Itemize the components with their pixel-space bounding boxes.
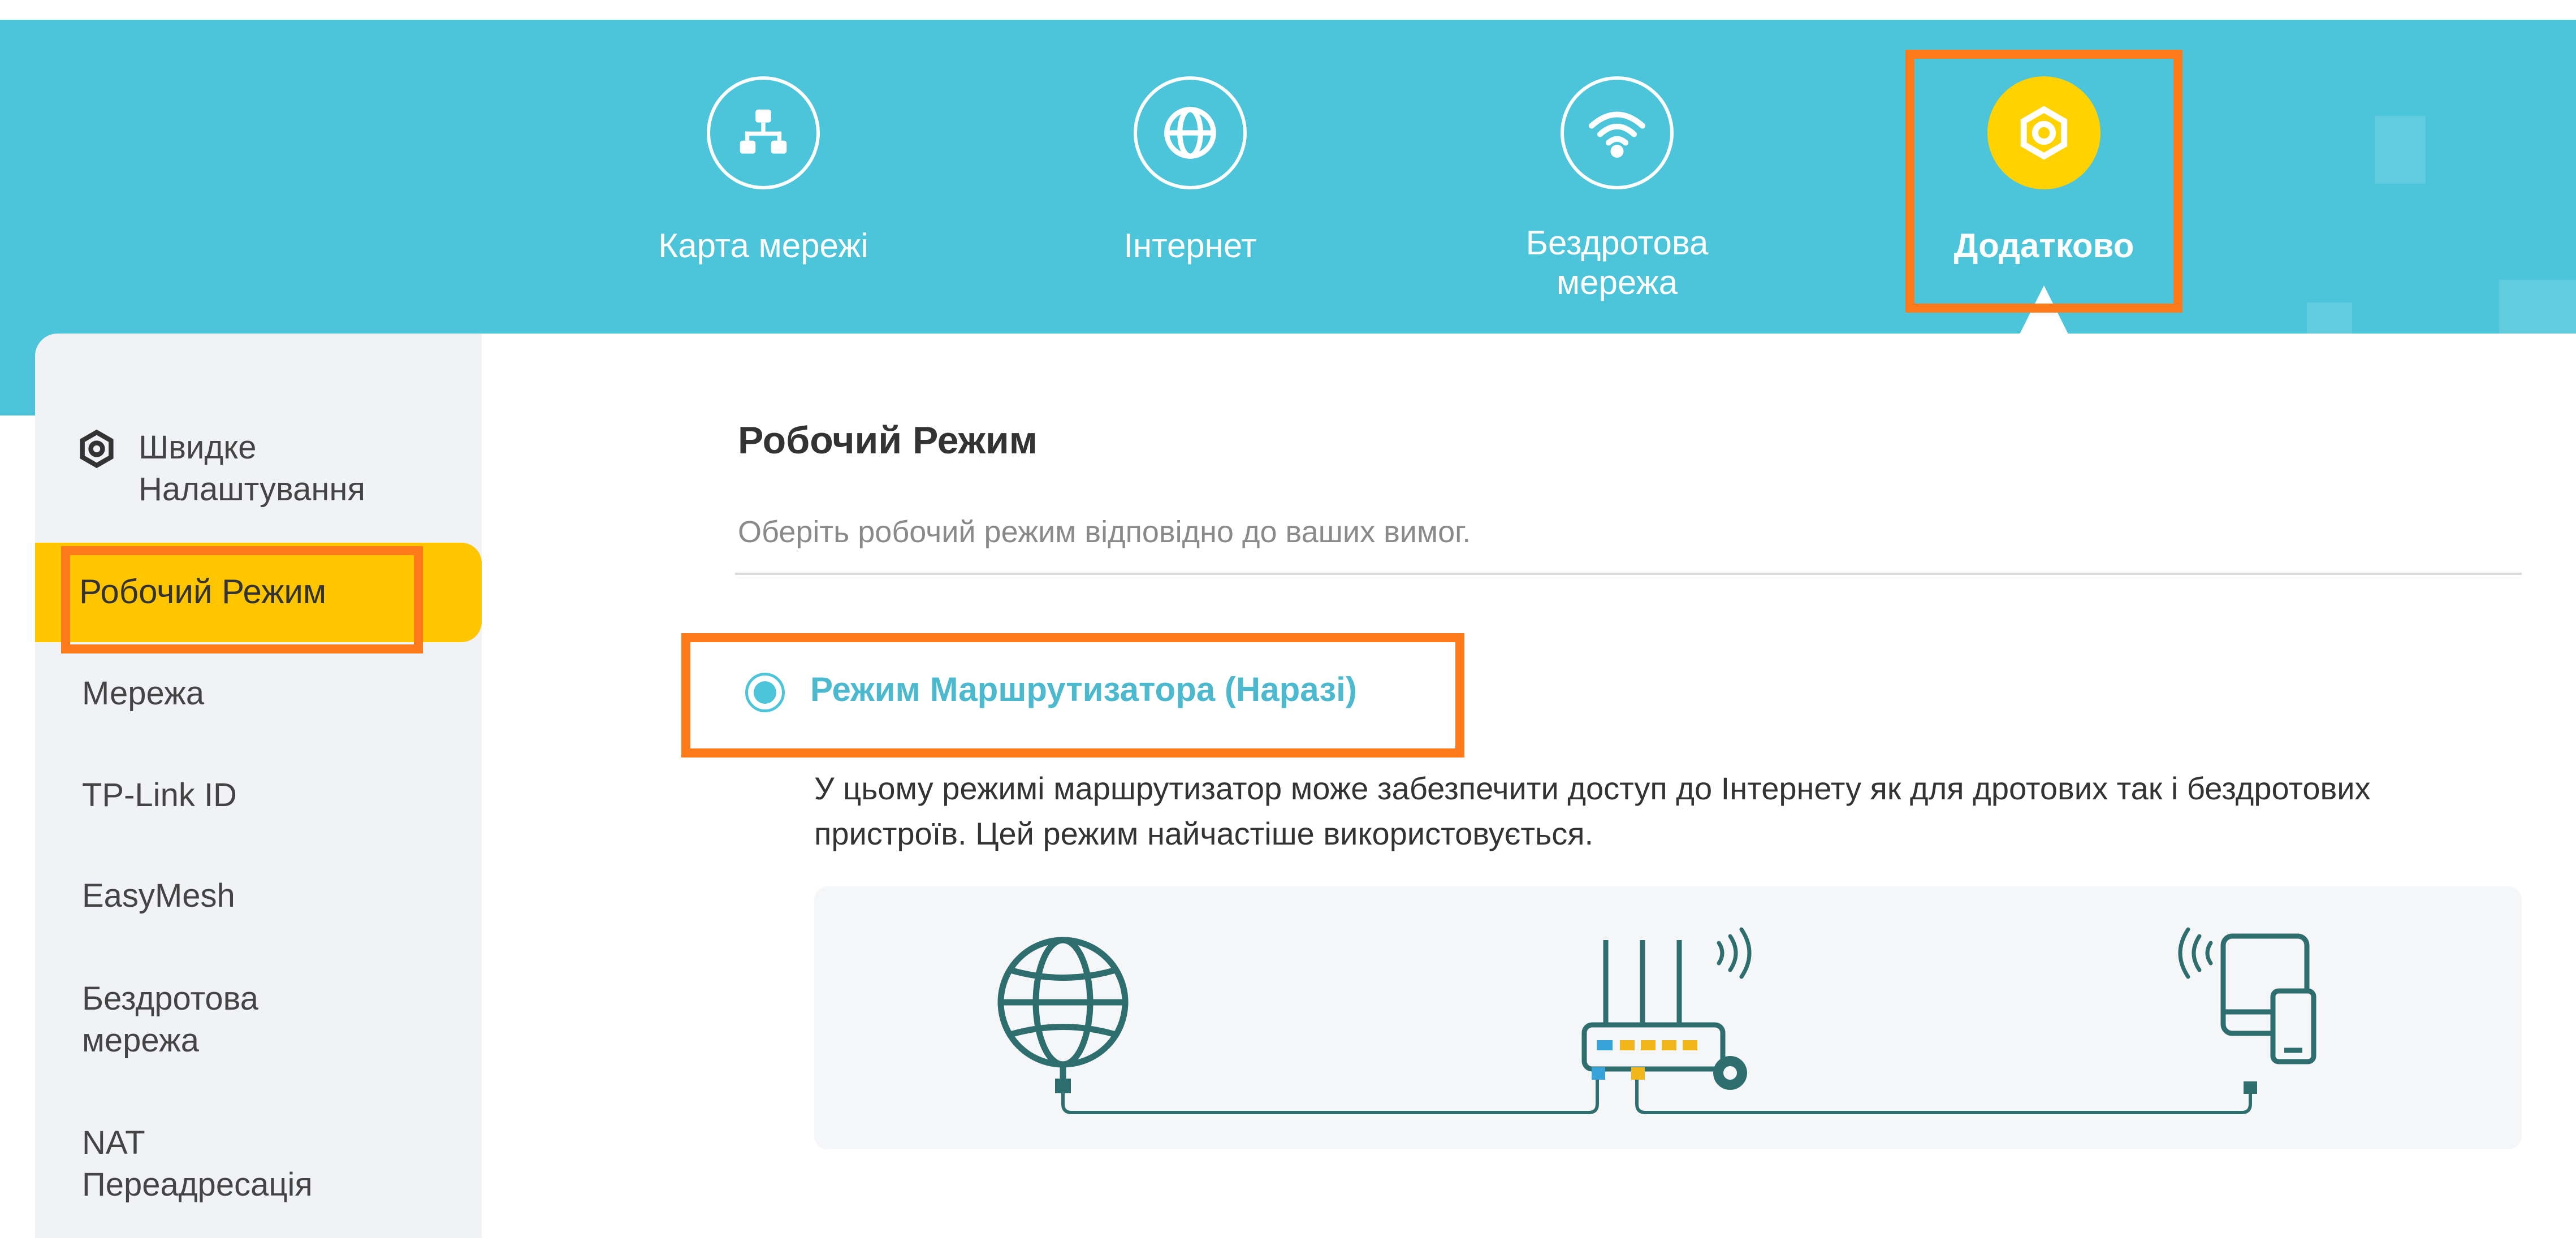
internet-globe-icon [997, 937, 1129, 1085]
device-wifi-waves [2178, 927, 2213, 979]
diagram-graphic [997, 927, 2316, 1114]
sidebar-item-tp-link-id[interactable]: TP-Link ID [82, 774, 237, 816]
highlight-box-advanced [1905, 50, 2182, 313]
sidebar-item-nat-forwarding[interactable]: NAT Переадресація [82, 1122, 376, 1206]
highlight-box-router-mode [681, 633, 1464, 757]
sidebar-item-network[interactable]: Мережа [82, 673, 204, 715]
sidebar-item-label: Швидке Налаштування [139, 429, 365, 508]
sidebar-item-wireless[interactable]: Бездротова мережа [82, 978, 319, 1062]
wifi-icon [1561, 76, 1674, 189]
divider [735, 573, 2522, 575]
header-decoration [2375, 116, 2426, 184]
router-wifi-waves [1717, 927, 1752, 979]
gear-icon [80, 429, 114, 469]
page-title: Робочий Режим [738, 419, 1038, 462]
nav-label-network-map: Карта мережі [658, 227, 868, 265]
router-ports [1620, 1040, 1697, 1050]
cable-lines [1061, 1076, 2252, 1114]
router-wan-port [1597, 1040, 1613, 1050]
highlight-box-operation-mode [61, 546, 423, 653]
devices-icon [2220, 933, 2316, 1064]
nav-label-wireless: Бездротова мережа [1525, 224, 1709, 301]
globe-icon [1134, 76, 1247, 189]
page-subtitle: Оберіть робочий режим відповідно до ваши… [738, 515, 1471, 549]
nav-label-internet: Інтернет [1123, 227, 1257, 265]
router-mode-description: У цьому режимі маршрутизатор може забезп… [814, 770, 2371, 851]
network-map-icon [707, 76, 820, 189]
sidebar-item-easymesh[interactable]: EasyMesh [82, 875, 235, 917]
router-mode-diagram [814, 886, 2522, 1149]
